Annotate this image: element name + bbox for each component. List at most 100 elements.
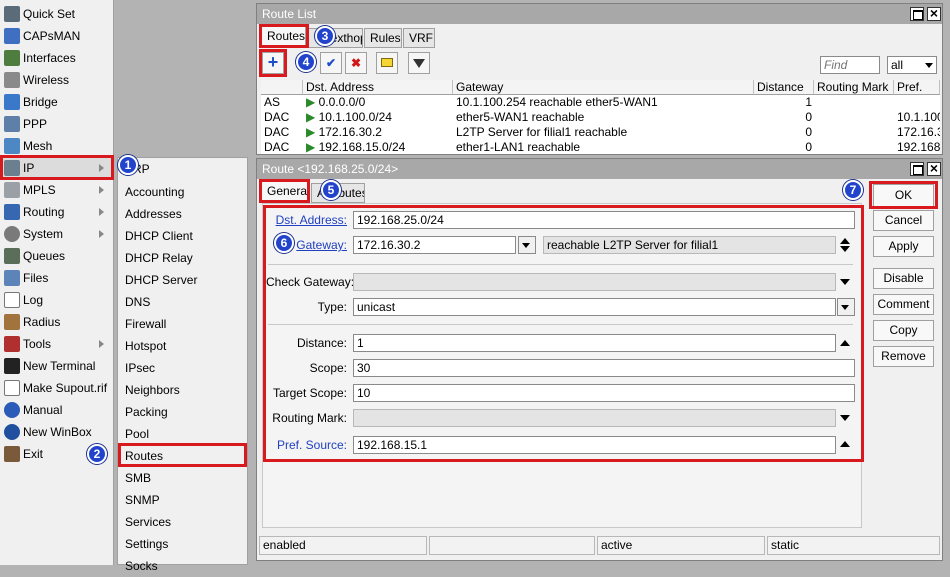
find-input[interactable] [820,56,880,74]
menu-item-new-terminal[interactable]: New Terminal [0,355,114,377]
tab-routes[interactable]: Routes [261,26,306,46]
move-down-icon[interactable] [840,246,850,252]
disable-button-dialog[interactable]: Disable [873,268,934,289]
menu-item-mesh[interactable]: Mesh [0,135,114,157]
check-icon: ✔ [325,56,337,70]
submenu-item-snmp[interactable]: SNMP [125,489,160,511]
menu-item-log[interactable]: Log [0,289,114,311]
menu-item-bridge[interactable]: Bridge [0,91,114,113]
menu-item-label: PPP [23,117,48,131]
menu-item-routing[interactable]: Routing [0,201,114,223]
routing-icon [4,204,20,220]
routing-mark-input[interactable] [353,409,836,427]
menu-item-quick-set[interactable]: Quick Set [0,3,114,25]
ppp-icon [4,116,20,132]
menu-item-capsman[interactable]: CAPsMAN [0,25,114,47]
pref-source-input[interactable]: 192.168.15.1 [353,436,836,454]
chevron-down-icon[interactable] [840,279,850,285]
menu-item-ip[interactable]: IP [0,157,114,179]
route-pref-source: 10.1.100 [897,110,940,124]
column-header-flags[interactable] [261,80,303,95]
submenu-arrow-icon [99,340,104,348]
submenu-item-hotspot[interactable]: Hotspot [125,335,166,357]
menu-item-label: Interfaces [23,51,76,65]
target-scope-input[interactable]: 10 [353,384,855,402]
dst-address-label: Dst. Address: [275,213,347,227]
add-button[interactable]: + [262,52,284,74]
submenu-item-services[interactable]: Services [125,511,171,533]
submenu-item-pool[interactable]: Pool [125,423,149,445]
close-icon[interactable] [927,160,941,176]
apply-button[interactable]: Apply [873,236,934,257]
column-header-distance[interactable]: Distance [754,80,814,95]
menu-item-mpls[interactable]: MPLS [0,179,114,201]
chevron-up-icon[interactable] [840,441,850,447]
chevron-up-icon[interactable] [840,340,850,346]
table-row[interactable]: DAC ▶ 172.16.30.2 L2TP Server for filial… [261,125,940,140]
comment-button-dialog[interactable]: Comment [873,294,934,315]
menu-item-new-winbox[interactable]: New WinBox [0,421,114,443]
menu-item-interfaces[interactable]: Interfaces [0,47,114,69]
menu-item-system[interactable]: System [0,223,114,245]
maximize-icon[interactable] [910,7,924,21]
submenu-item-settings[interactable]: Settings [125,533,168,555]
type-dropdown-button[interactable] [837,298,855,316]
menu-item-ppp[interactable]: PPP [0,113,114,135]
filter-button[interactable] [408,52,430,74]
submenu-item-ipsec[interactable]: IPsec [125,357,155,379]
table-row[interactable]: AS ▶ 0.0.0.0/0 10.1.100.254 reachable et… [261,95,940,110]
distance-input[interactable]: 1 [353,334,836,352]
menu-item-manual[interactable]: Manual [0,399,114,421]
type-select[interactable]: unicast [353,298,836,316]
submenu-item-neighbors[interactable]: Neighbors [125,379,180,401]
submenu-item-dns[interactable]: DNS [125,291,150,313]
submenu-item-packing[interactable]: Packing [125,401,168,423]
submenu-item-addresses[interactable]: Addresses [125,203,182,225]
close-icon[interactable] [927,5,941,21]
chevron-down-icon[interactable] [840,415,850,421]
comment-button[interactable] [376,52,398,74]
column-header-pref-source[interactable]: Pref. [894,80,940,95]
files-icon [4,270,20,286]
menu-item-tools[interactable]: Tools [0,333,114,355]
table-row[interactable]: DAC ▶ 192.168.15.0/24 ether1-LAN1 reacha… [261,140,940,155]
dst-address-input[interactable]: 192.168.25.0/24 [353,211,855,229]
filter-select[interactable]: all [887,56,937,74]
copy-button[interactable]: Copy [873,320,934,341]
table-row[interactable]: DAC ▶ 10.1.100.0/24 ether5-WAN1 reachabl… [261,110,940,125]
maximize-icon[interactable] [910,162,924,176]
submenu-item-socks[interactable]: Socks [125,555,158,577]
menu-item-label: Quick Set [23,7,76,21]
submenu-item-accounting[interactable]: Accounting [125,181,184,203]
column-header-dst-address[interactable]: Dst. Address [303,80,453,95]
scope-input[interactable]: 30 [353,359,855,377]
dialog-title: Route <192.168.25.0/24> [257,159,942,179]
column-header-gateway[interactable]: Gateway [453,80,754,95]
status-static: static [767,536,940,555]
menu-item-make-supout[interactable]: Make Supout.rif [0,377,114,399]
remove-button[interactable]: Remove [873,346,934,367]
submenu-item-routes[interactable]: Routes [125,445,163,467]
tab-rules[interactable]: Rules [364,28,402,48]
gateway-input[interactable]: 172.16.30.2 [353,236,516,254]
gateway-dropdown-button[interactable] [518,236,536,254]
ok-button[interactable]: OK [873,184,934,207]
submenu-item-dhcp-client[interactable]: DHCP Client [125,225,193,247]
menu-item-radius[interactable]: Radius [0,311,114,333]
menu-item-queues[interactable]: Queues [0,245,114,267]
menu-item-wireless[interactable]: Wireless [0,69,114,91]
enable-button[interactable]: ✔ [320,52,342,74]
submenu-item-firewall[interactable]: Firewall [125,313,166,335]
cancel-button[interactable]: Cancel [873,210,934,231]
column-header-routing-mark[interactable]: Routing Mark [814,80,894,95]
check-gateway-input[interactable] [353,273,836,291]
tab-general[interactable]: General [261,181,310,201]
menu-item-files[interactable]: Files [0,267,114,289]
submenu-item-dhcp-relay[interactable]: DHCP Relay [125,247,193,269]
tab-vrf[interactable]: VRF [403,28,435,48]
step-badge-4: 4 [296,52,316,72]
disable-button[interactable]: ✖ [345,52,367,74]
submenu-item-dhcp-server[interactable]: DHCP Server [125,269,197,291]
submenu-item-smb[interactable]: SMB [125,467,151,489]
move-up-icon[interactable] [840,238,850,244]
